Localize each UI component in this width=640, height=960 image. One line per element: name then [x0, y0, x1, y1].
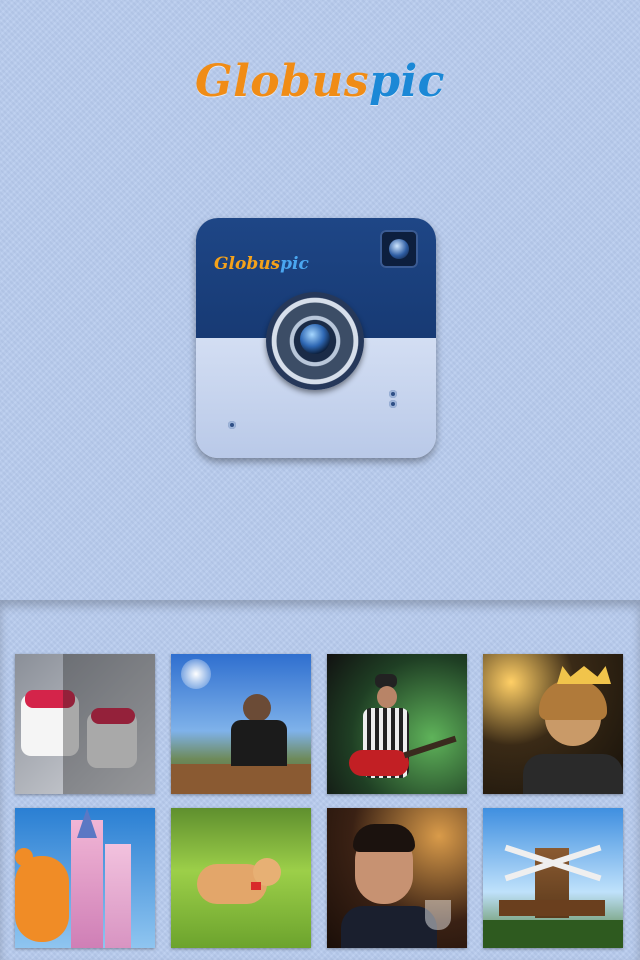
camera-lens-icon	[266, 292, 364, 390]
indicator-dot-icon	[389, 400, 397, 408]
golden-gate-bench-photo[interactable]	[171, 654, 311, 794]
camera-app-icon[interactable]: Globuspic	[196, 218, 436, 458]
cat-on-grass-photo[interactable]	[171, 808, 311, 948]
indicator-dot-icon	[228, 421, 236, 429]
app-title: Globuspic	[0, 56, 640, 107]
camera-icon-brand: Globuspic	[214, 254, 309, 274]
smiling-man-photo[interactable]	[327, 808, 467, 948]
guitarist-photo[interactable]	[327, 654, 467, 794]
indicator-dot-icon	[389, 390, 397, 398]
app-title-part1: Globus	[195, 56, 370, 107]
camera-icon-brand-part1: Globus	[214, 254, 281, 274]
viewfinder-icon	[380, 230, 418, 268]
camera-icon-brand-part2: pic	[280, 254, 309, 274]
castle-photo[interactable]	[15, 808, 155, 948]
frozen-yogurt-photo[interactable]	[15, 654, 155, 794]
windmill-photo[interactable]	[483, 808, 623, 948]
app-title-part2: pic	[369, 56, 445, 107]
girl-with-crown-photo[interactable]	[483, 654, 623, 794]
